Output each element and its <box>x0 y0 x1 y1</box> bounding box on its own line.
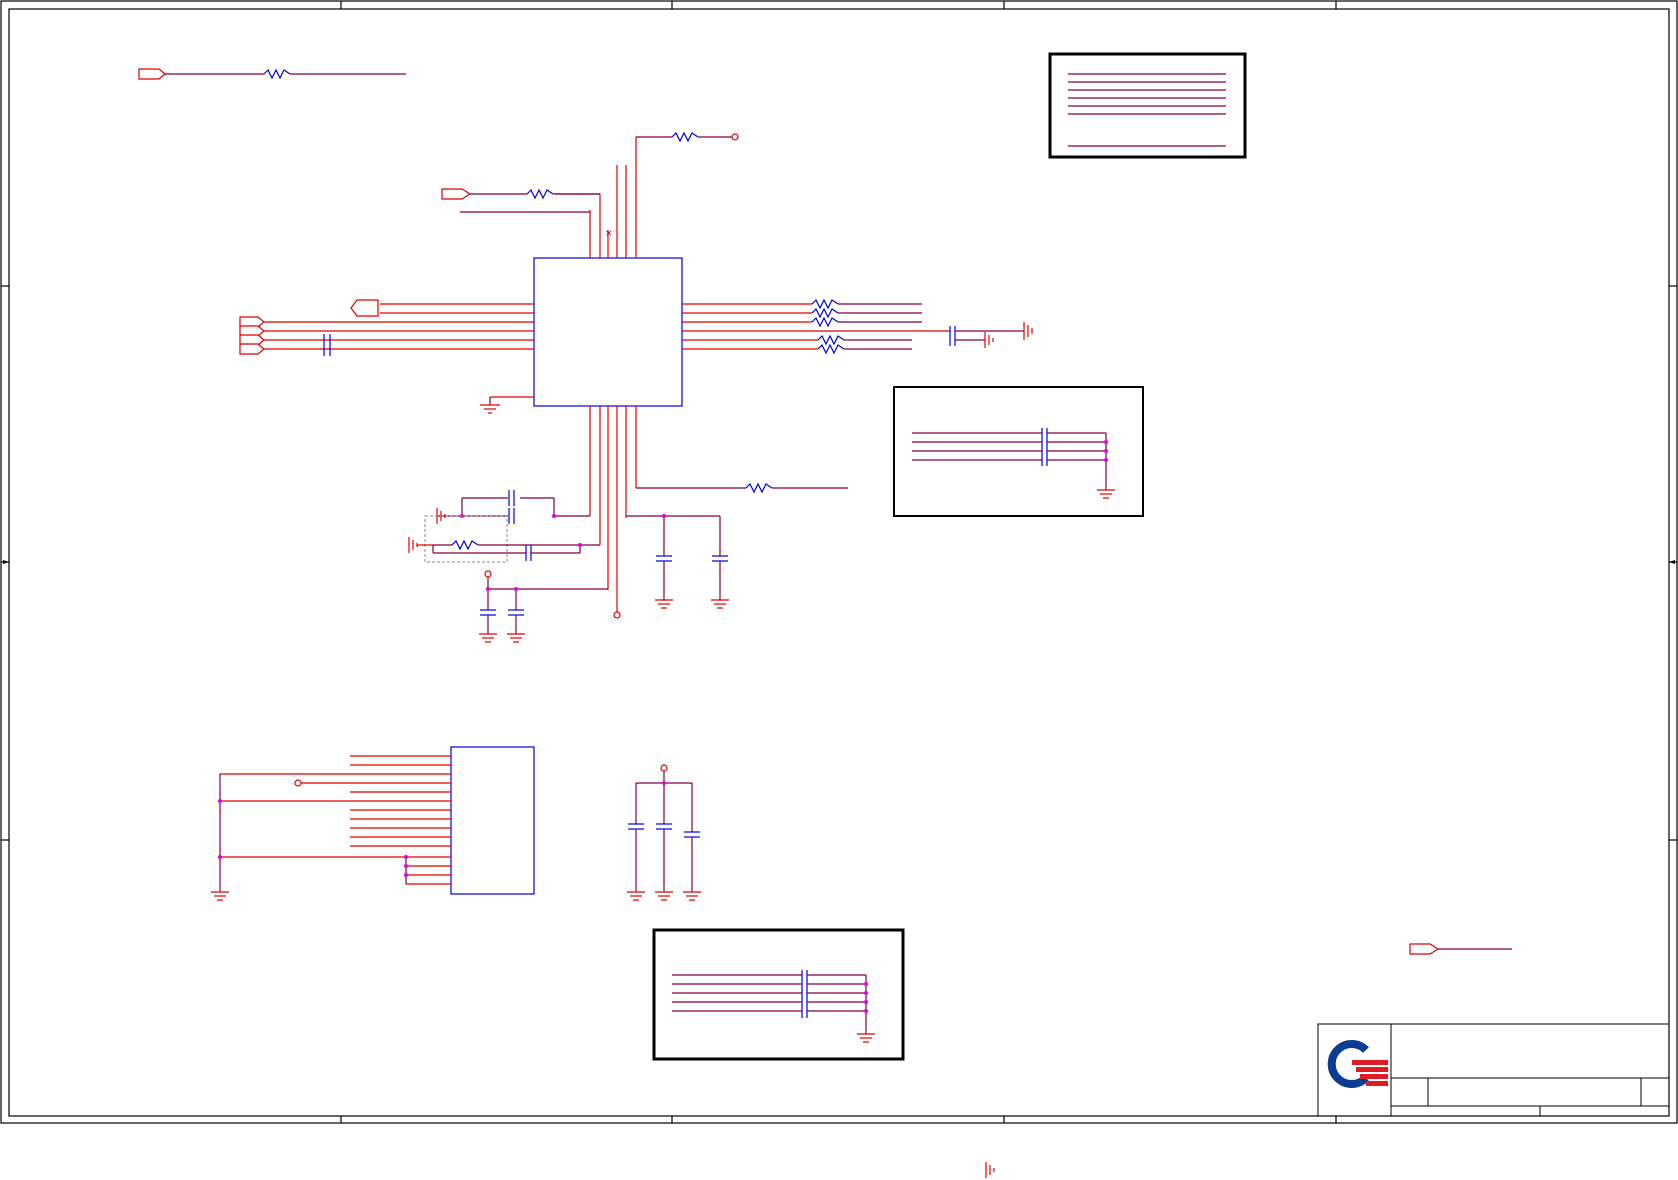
svg-text:×: × <box>605 229 613 239</box>
ground-icon <box>985 1162 995 1178</box>
note-box-top <box>1048 52 1247 159</box>
main-ic-left-pins <box>239 299 534 405</box>
resistor-icon <box>811 298 839 310</box>
resistor-icon <box>526 188 554 200</box>
ground-icon <box>1097 489 1115 499</box>
main-ic-right-pins <box>682 298 1024 355</box>
quanta-logo <box>1327 1040 1388 1088</box>
ground-icon <box>627 891 701 901</box>
note-box-bottom <box>652 928 905 1061</box>
dashed-group <box>424 515 600 563</box>
ground-icon <box>480 404 500 414</box>
ground-icon <box>479 633 525 643</box>
main-ic-top-pins: × <box>460 131 739 258</box>
capacitor-icon <box>508 490 515 524</box>
title-block <box>1317 1023 1670 1117</box>
ground-icon <box>984 332 994 348</box>
capacitor-icon <box>949 326 956 346</box>
ground-icon <box>408 537 433 553</box>
resistor-icon <box>817 334 845 346</box>
cap-c-bottom-1 <box>656 555 672 600</box>
cap-c-bottom-2 <box>712 555 728 600</box>
main-ic-bottom-pins <box>589 406 848 619</box>
resistor-icon <box>817 343 845 355</box>
port-top-left <box>138 68 406 80</box>
resistor-icon <box>671 131 699 143</box>
junction-dot-icon <box>662 514 666 518</box>
note-box-middle <box>893 386 1144 517</box>
resistor-icon <box>745 482 773 494</box>
resistor-icon <box>811 307 839 319</box>
ground-icon <box>211 891 229 901</box>
resistor-icon <box>263 68 291 80</box>
ground-icon <box>1023 322 1033 340</box>
connector-j1 <box>211 746 535 901</box>
ground-icon <box>857 1033 875 1043</box>
capacitor-icon <box>323 334 331 356</box>
power-caps-left <box>480 570 608 634</box>
decoupling-caps-lower <box>627 764 701 901</box>
main-ic <box>533 257 683 407</box>
port-lower-right <box>1409 943 1512 955</box>
schematic-sheet: × <box>0 0 1678 1178</box>
port-mid-top <box>441 188 600 200</box>
capacitor-icon <box>525 545 532 561</box>
resistor-icon <box>451 539 479 551</box>
crystal-network <box>437 490 590 524</box>
resistor-icon <box>811 316 839 328</box>
sheet-frame <box>0 0 1678 1124</box>
ground-icon <box>655 599 729 609</box>
